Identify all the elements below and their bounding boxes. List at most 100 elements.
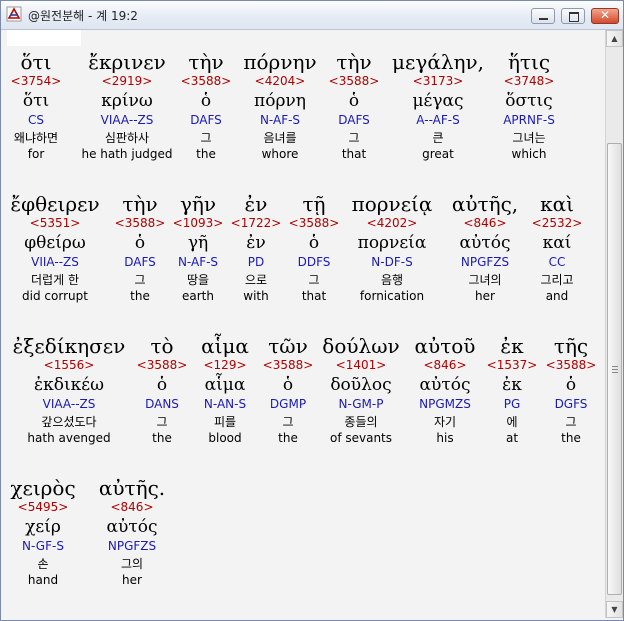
word-block[interactable]: πορνείᾳ <4202> πορνεία N-DF-S 음행 fornica… — [352, 192, 433, 304]
strong-number[interactable]: <1537> — [487, 358, 538, 374]
word-block[interactable]: χειρὸς <5495> χείρ N-GF-S 손 hand — [10, 476, 75, 588]
window-title: @원전분해 - 계 19:2 — [28, 9, 138, 23]
grip-line — [612, 366, 618, 367]
strong-number[interactable]: <3588> — [263, 358, 314, 374]
word-block[interactable]: τῶν <3588> ὁ DGMP 그 the — [263, 334, 314, 446]
strong-number[interactable]: <129> — [203, 358, 246, 374]
english-gloss: earth — [182, 289, 214, 303]
korean-gloss: 그 — [348, 131, 360, 145]
strong-number[interactable]: <5495> — [18, 500, 69, 516]
scroll-thumb[interactable] — [607, 143, 622, 595]
lexical-form: αὐτός — [419, 375, 471, 395]
korean-gloss: 그 — [565, 415, 577, 429]
word-block[interactable]: τὴν <3588> ὁ DAFS 그 the — [115, 192, 166, 304]
selection-highlight — [7, 30, 81, 46]
strong-number[interactable]: <846> — [110, 500, 153, 516]
greek-word: αὐτῆς. — [98, 476, 166, 500]
word-block[interactable]: ἔκρινεν <2919> κρίνω VIAA--ZS 심판하사 he ha… — [81, 50, 172, 162]
strong-number[interactable]: <3173> — [413, 74, 464, 90]
strong-number[interactable]: <3748> — [504, 74, 555, 90]
strong-number[interactable]: <3588> — [181, 74, 232, 90]
greek-word: καὶ — [540, 192, 574, 216]
scroll-up-button[interactable]: ▲ — [606, 30, 623, 47]
strong-number[interactable]: <2532> — [532, 216, 583, 232]
korean-gloss: 그리고 — [540, 273, 574, 287]
strong-number[interactable]: <3588> — [329, 74, 380, 90]
word-block[interactable]: μεγάλην, <3173> μέγας A--AF-S 큰 great — [392, 50, 484, 162]
word-block[interactable]: δούλων <1401> δοῦλος N-GM-P 종들의 of sevan… — [322, 334, 399, 446]
strong-number[interactable]: <3588> — [546, 358, 597, 374]
korean-gloss: 심판하사 — [104, 131, 150, 145]
grip-line — [612, 372, 618, 373]
word-block[interactable]: ἥτις <3748> ὅστις APRNF-S 그녀는 which — [503, 50, 555, 162]
app-icon — [6, 6, 22, 22]
word-block[interactable]: αὐτῆς. <846> αὐτός NPGFZS 그의 her — [99, 476, 165, 588]
vertical-scrollbar[interactable]: ▲ ▼ — [605, 30, 623, 618]
lexical-form: φθείρω — [24, 233, 86, 253]
verse-row: χειρὸς <5495> χείρ N-GF-S 손 hand αὐτῆς. … — [5, 476, 604, 606]
word-block[interactable]: αἷμα <129> αἷμα N-AN-S 피를 blood — [201, 334, 249, 446]
word-block[interactable]: γῆν <1093> γῆ N-AF-S 땅을 earth — [173, 192, 224, 304]
greek-word: ἐν — [244, 192, 268, 216]
greek-word: ἔφθειρεν — [10, 192, 100, 216]
parsing-code: VIAA--ZS — [100, 113, 154, 127]
strong-number[interactable]: <4204> — [255, 74, 306, 90]
interlinear-pane[interactable]: ὅτι <3754> ὅτι CS 왜냐하면 for ἔκρινεν <2919… — [5, 30, 604, 616]
verse-row: ὅτι <3754> ὅτι CS 왜냐하면 for ἔκρινεν <2919… — [5, 50, 604, 180]
word-block[interactable]: πόρνην <4204> πόρνη N-AF-S 음녀를 whore — [243, 50, 316, 162]
strong-number[interactable]: <5351> — [30, 216, 81, 232]
parsing-code: N-AF-S — [259, 113, 301, 127]
word-block[interactable]: καὶ <2532> καί CC 그리고 and — [532, 192, 583, 304]
lexical-form: ὅτι — [22, 91, 50, 111]
greek-word: πόρνην — [243, 50, 317, 74]
strong-number[interactable]: <3588> — [115, 216, 166, 232]
word-block[interactable]: ὅτι <3754> ὅτι CS 왜냐하면 for — [11, 50, 62, 162]
close-button[interactable]: ✕ — [591, 8, 619, 24]
strong-number[interactable]: <1556> — [44, 358, 95, 374]
minimize-button[interactable] — [531, 8, 555, 24]
word-block[interactable]: τῇ <3588> ὁ DDFS 그 that — [289, 192, 340, 304]
strong-number[interactable]: <3588> — [137, 358, 188, 374]
lexical-form: ὅστις — [505, 91, 553, 111]
parsing-code: PD — [247, 255, 265, 269]
word-block[interactable]: ἐξεδίκησεν <1556> ἐκδικέω VIAA--ZS 갚으셨도다… — [13, 334, 126, 446]
english-gloss: whore — [261, 147, 299, 161]
word-block[interactable]: τὴν <3588> ὁ DAFS 그 the — [181, 50, 232, 162]
word-block[interactable]: τὴν <3588> ὁ DAFS 그 that — [329, 50, 380, 162]
parsing-code: APRNF-S — [503, 113, 555, 127]
english-gloss: the — [196, 147, 216, 161]
word-block[interactable]: τὸ <3588> ὁ DANS 그 the — [137, 334, 188, 446]
word-block[interactable]: ἐκ <1537> ἐκ PG 에 at — [487, 334, 538, 446]
strong-number[interactable]: <4202> — [367, 216, 418, 232]
korean-gloss: 으로 — [244, 273, 268, 287]
greek-word: τῇ — [302, 192, 326, 216]
word-block[interactable]: ἔφθειρεν <5351> φθείρω VIIA--ZS 더럽게 한 di… — [10, 192, 99, 304]
korean-gloss: 그녀의 — [468, 273, 502, 287]
word-block[interactable]: αὐτοῦ <846> αὐτός NPGMZS 자기 his — [415, 334, 476, 446]
verse-row: ἐξεδίκησεν <1556> ἐκδικέω VIAA--ZS 갚으셨도다… — [5, 334, 604, 464]
strong-number[interactable]: <846> — [423, 358, 466, 374]
strong-number[interactable]: <846> — [463, 216, 506, 232]
korean-gloss: 손 — [37, 557, 49, 571]
strong-number[interactable]: <3754> — [11, 74, 62, 90]
korean-gloss: 자기 — [433, 415, 457, 429]
strong-number[interactable]: <1093> — [173, 216, 224, 232]
title-bar[interactable]: @원전분해 - 계 19:2 ✕ — [1, 1, 623, 30]
greek-word: ἥτις — [507, 50, 551, 74]
scroll-down-button[interactable]: ▼ — [606, 601, 623, 618]
english-gloss: he hath judged — [81, 147, 173, 161]
word-block[interactable]: ἐν <1722> ἐν PD 으로 with — [231, 192, 282, 304]
strong-number[interactable]: <2919> — [102, 74, 153, 90]
strong-number[interactable]: <1401> — [336, 358, 387, 374]
lexical-form: αἷμα — [204, 375, 246, 395]
korean-gloss: 에 — [506, 415, 518, 429]
word-block[interactable]: αὐτῆς, <846> αὐτός NPGFZS 그녀의 her — [452, 192, 518, 304]
english-gloss: blood — [208, 431, 242, 445]
lexical-form: ἐκδικέω — [34, 375, 104, 395]
strong-number[interactable]: <3588> — [289, 216, 340, 232]
maximize-button[interactable] — [561, 8, 585, 24]
word-block[interactable]: τῆς <3588> ὁ DGFS 그 the — [546, 334, 597, 446]
lexical-form: πόρνη — [254, 91, 306, 111]
lexical-form: χείρ — [25, 517, 61, 537]
strong-number[interactable]: <1722> — [231, 216, 282, 232]
